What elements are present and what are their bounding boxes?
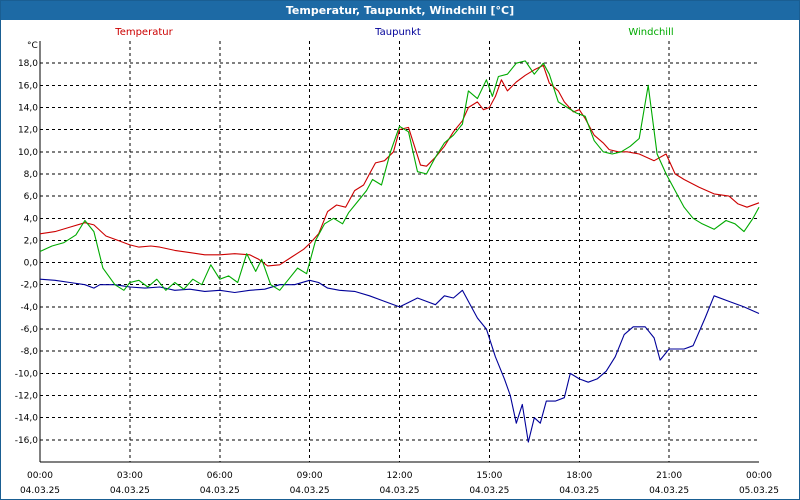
y-tick-label: 16,0 bbox=[18, 81, 38, 91]
y-axis-unit: °C bbox=[27, 41, 38, 51]
y-tick-label: 4,0 bbox=[24, 214, 39, 224]
chart-window: Temperatur, Taupunkt, Windchill [°C] °C … bbox=[0, 0, 800, 500]
x-tick-time: 00:00 bbox=[746, 471, 772, 481]
x-tick-time: 21:00 bbox=[656, 471, 682, 481]
legend-item-taupunkt: Taupunkt bbox=[374, 27, 421, 38]
x-tick-date: 04.03.25 bbox=[200, 486, 240, 496]
x-tick-time: 09:00 bbox=[297, 471, 323, 481]
y-tick-label: -6,0 bbox=[20, 325, 38, 335]
y-tick-label: 10,0 bbox=[18, 148, 38, 158]
y-ticks: 18,0 16,0 14,0 12,0 10,0 8,0 6,0 4,0 2,0 0,0 -2,0 -… bbox=[15, 59, 39, 446]
x-tick-time: 06:00 bbox=[207, 471, 233, 481]
x-tick-time: 03:00 bbox=[117, 471, 143, 481]
chart: °C 18,0 16,0 14,0 12,0 10,0 8,0 6,0 4,0 2,0 0,0 -2… bbox=[15, 27, 779, 496]
y-tick-label: 18,0 bbox=[18, 59, 38, 69]
x-tick-date: 04.03.25 bbox=[110, 486, 150, 496]
x-tick-date: 04.03.25 bbox=[379, 486, 419, 496]
x-tick-date: 04.03.25 bbox=[649, 486, 689, 496]
x-tick-date: 04.03.25 bbox=[559, 486, 599, 496]
x-tick-time: 18:00 bbox=[566, 471, 592, 481]
y-tick-label: -16,0 bbox=[15, 436, 39, 446]
y-tick-label: -2,0 bbox=[20, 281, 38, 291]
y-tick-label: -4,0 bbox=[20, 303, 38, 313]
y-tick-label: 6,0 bbox=[24, 192, 39, 202]
y-tick-label: -12,0 bbox=[15, 392, 39, 402]
y-tick-label: -8,0 bbox=[20, 347, 38, 357]
legend-item-windchill: Windchill bbox=[628, 27, 673, 38]
x-tick-date: 05.03.25 bbox=[739, 486, 779, 496]
x-ticks: 00:00 04.03.25 03:00 04.03.25 06:00 04.03.25 0… bbox=[20, 471, 779, 496]
y-tick-label: 2,0 bbox=[24, 236, 39, 246]
x-tick-time: 15:00 bbox=[476, 471, 502, 481]
x-tick-time: 00:00 bbox=[27, 471, 53, 481]
x-tick-date: 04.03.25 bbox=[469, 486, 509, 496]
y-tick-label: -10,0 bbox=[15, 369, 39, 379]
y-tick-label: 8,0 bbox=[24, 170, 39, 180]
legend-item-temperatur: Temperatur bbox=[114, 27, 173, 38]
y-tick-label: 14,0 bbox=[18, 103, 38, 113]
legend: Temperatur Taupunkt Windchill bbox=[114, 27, 673, 38]
x-tick-date: 04.03.25 bbox=[290, 486, 330, 496]
x-tick-date: 04.03.25 bbox=[20, 486, 60, 496]
y-tick-label: 0,0 bbox=[24, 259, 39, 269]
y-tick-label: 12,0 bbox=[18, 126, 38, 136]
x-tick-time: 12:00 bbox=[387, 471, 413, 481]
y-tick-label: -14,0 bbox=[15, 414, 39, 424]
